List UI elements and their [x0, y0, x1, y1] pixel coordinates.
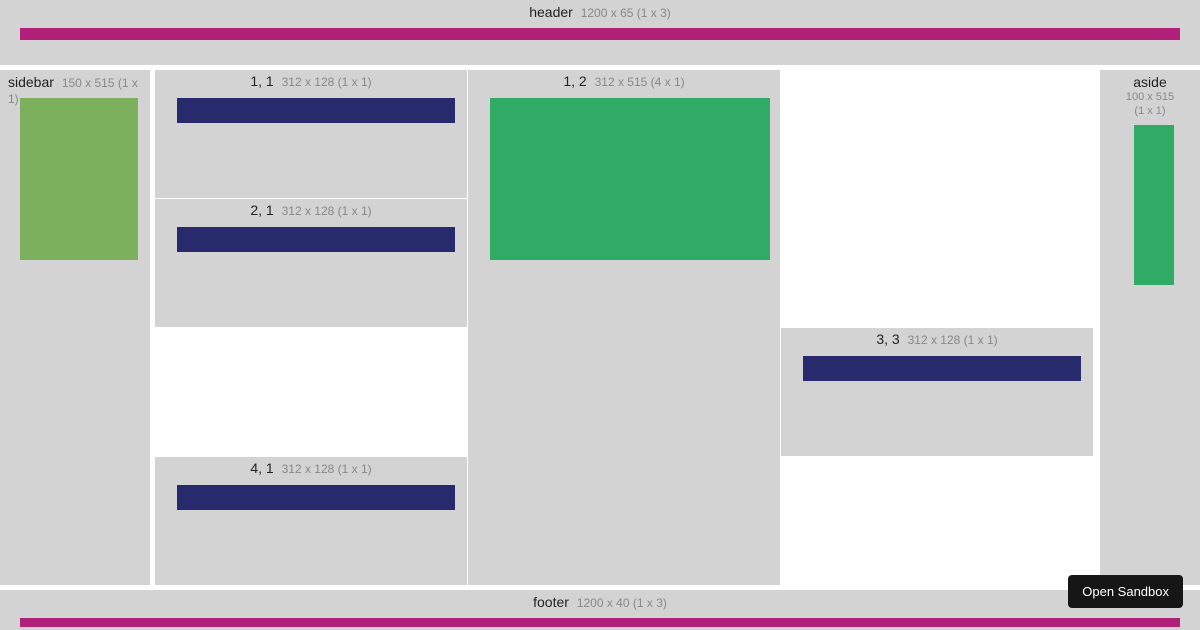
- cell-3-3-dims: 312 x 128 (1 x 1): [908, 333, 998, 347]
- sidebar-block: [20, 98, 138, 260]
- cell-2-1-label: 2, 1 312 x 128 (1 x 1): [155, 199, 467, 218]
- cell-2-1-title: 2, 1: [250, 202, 273, 218]
- aside-dims-1: 100 x 515: [1100, 90, 1200, 104]
- cell-1-1-label: 1, 1 312 x 128 (1 x 1): [155, 70, 467, 89]
- header-region: header 1200 x 65 (1 x 3): [0, 0, 1200, 65]
- cell-1-2-block: [490, 98, 770, 260]
- cell-4-1-dims: 312 x 128 (1 x 1): [282, 462, 372, 476]
- cell-3-3: 3, 3 312 x 128 (1 x 1): [781, 328, 1093, 456]
- cell-1-1-dims: 312 x 128 (1 x 1): [282, 75, 372, 89]
- cell-2-1-dims: 312 x 128 (1 x 1): [282, 204, 372, 218]
- open-sandbox-button[interactable]: Open Sandbox: [1068, 575, 1183, 608]
- footer-region: footer 1200 x 40 (1 x 3): [0, 590, 1200, 630]
- footer-label: footer 1200 x 40 (1 x 3): [0, 590, 1200, 610]
- cell-3-3-block: [803, 356, 1081, 381]
- cell-1-1-block: [177, 98, 455, 123]
- cell-2-1: 2, 1 312 x 128 (1 x 1): [155, 199, 467, 327]
- footer-dims: 1200 x 40 (1 x 3): [577, 596, 667, 610]
- header-dims: 1200 x 65 (1 x 3): [581, 6, 671, 20]
- cell-3-3-label: 3, 3 312 x 128 (1 x 1): [781, 328, 1093, 347]
- open-sandbox-label: Open Sandbox: [1082, 584, 1169, 599]
- cell-1-2-dims: 312 x 515 (4 x 1): [595, 75, 685, 89]
- cell-2-1-block: [177, 227, 455, 252]
- cell-1-1-title: 1, 1: [250, 73, 273, 89]
- cell-4-1: 4, 1 312 x 128 (1 x 1): [155, 457, 467, 585]
- aside-region: aside 100 x 515 (1 x 1): [1100, 70, 1200, 585]
- sidebar-region: sidebar 150 x 515 (1 x 1): [0, 70, 150, 585]
- header-label: header 1200 x 65 (1 x 3): [0, 0, 1200, 20]
- sidebar-title: sidebar: [8, 74, 54, 90]
- footer-title: footer: [533, 594, 569, 610]
- cell-1-2-title: 1, 2: [563, 73, 586, 89]
- cell-4-1-title: 4, 1: [250, 460, 273, 476]
- cell-1-1: 1, 1 312 x 128 (1 x 1): [155, 70, 467, 198]
- cell-3-3-title: 3, 3: [876, 331, 899, 347]
- cell-1-2-label: 1, 2 312 x 515 (4 x 1): [468, 70, 780, 89]
- aside-block: [1134, 125, 1174, 285]
- header-title: header: [529, 4, 573, 20]
- aside-dims-2: (1 x 1): [1100, 104, 1200, 118]
- header-accent-bar: [20, 28, 1180, 40]
- footer-accent-bar: [20, 618, 1180, 627]
- cell-1-2: 1, 2 312 x 515 (4 x 1): [468, 70, 780, 585]
- cell-4-1-block: [177, 485, 455, 510]
- aside-title: aside: [1100, 70, 1200, 90]
- cell-4-1-label: 4, 1 312 x 128 (1 x 1): [155, 457, 467, 476]
